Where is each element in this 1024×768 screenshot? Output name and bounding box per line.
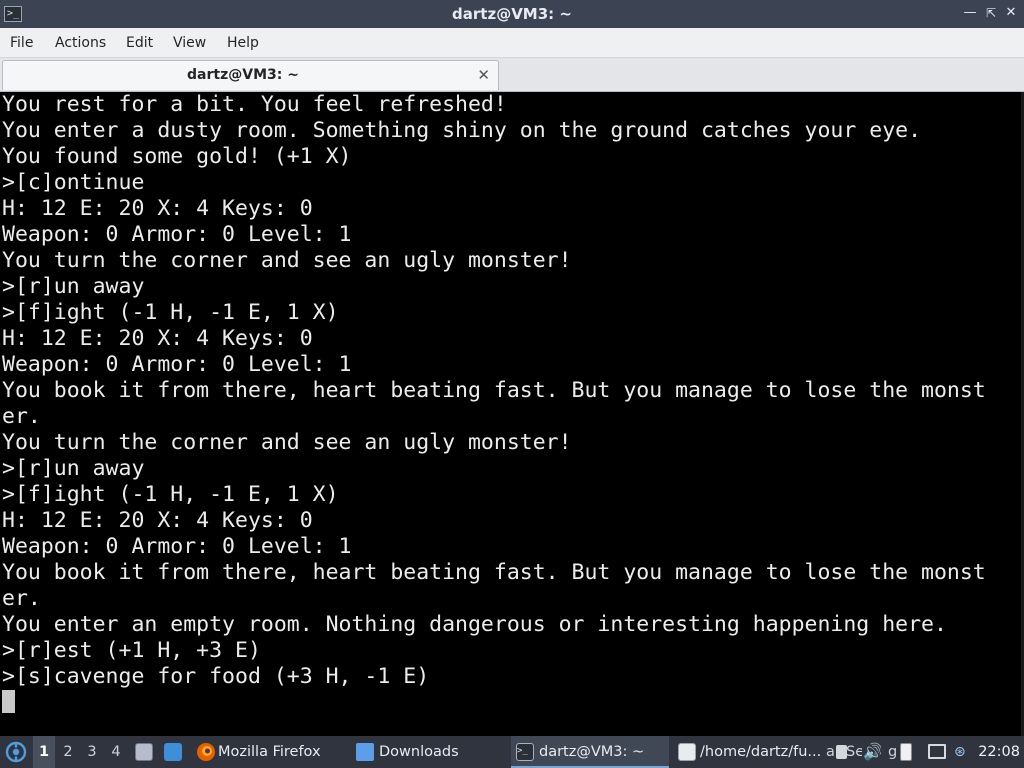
terminal-line: H: 12 E: 20 X: 4 Keys: 0: [2, 326, 313, 351]
taskbar-app-editor[interactable]: /home/dartz/fu...: [675, 736, 825, 768]
terminal-line: H: 12 E: 20 X: 4 Keys: 0: [2, 508, 313, 533]
terminal-line: >[r]un away: [2, 456, 145, 481]
workspace-2[interactable]: 2: [57, 736, 79, 768]
terminal-line: er.: [2, 404, 41, 429]
taskbar-clock[interactable]: 22:08: [978, 736, 1020, 768]
text-editor-icon: [678, 743, 696, 761]
terminal-line: >[r]est (+1 H, +3 E): [2, 638, 261, 663]
taskbar-app-firefox[interactable]: Mozilla Firefox: [192, 736, 342, 768]
taskbar-app-label: dartz@VM3: ~: [539, 744, 645, 760]
terminal-line: You found some gold! (+1 X): [2, 144, 352, 169]
terminal-lines: You rest for a bit. You feel refreshed! …: [2, 92, 986, 690]
menu-actions[interactable]: Actions: [55, 28, 106, 58]
terminal-line: >[f]ight (-1 H, -1 E, 1 X): [2, 482, 339, 507]
close-icon[interactable]: ✕: [1003, 5, 1019, 21]
taskbar: 1 2 3 4 Mozilla Firefox Downloads >_ dar…: [0, 736, 1024, 768]
taskbar-app-label: /home/dartz/fu...: [700, 744, 822, 760]
file-manager-icon[interactable]: [135, 743, 153, 761]
start-menu-icon[interactable]: [4, 736, 28, 768]
show-desktop-icon[interactable]: [164, 743, 182, 761]
terminal-line: >[s]cavenge for food (+3 H, -1 E): [2, 664, 430, 689]
restore-icon[interactable]: ⇱: [983, 5, 999, 21]
volume-icon[interactable]: 🔊: [863, 736, 881, 768]
tray-label-g: g: [888, 744, 898, 760]
terminal-line: You rest for a bit. You feel refreshed!: [2, 92, 507, 117]
battery-icon[interactable]: [900, 743, 912, 761]
workspace-3[interactable]: 3: [81, 736, 103, 768]
terminal-line: You turn the corner and see an ugly mons…: [2, 430, 572, 455]
terminal-line: H: 12 E: 20 X: 4 Keys: 0: [2, 196, 313, 221]
taskbar-app-label: Downloads: [379, 744, 459, 760]
menu-help[interactable]: Help: [227, 28, 259, 58]
close-icon[interactable]: ✕: [477, 67, 490, 83]
tray-app-se[interactable]: Se: [836, 736, 862, 768]
terminal-line: >[c]ontinue: [2, 170, 145, 195]
terminal-line: You book it from there, heart beating fa…: [2, 378, 986, 403]
minimize-icon[interactable]: —: [962, 5, 978, 21]
window-titlebar[interactable]: >_ dartz@VM3: ~ — ⇱ ✕: [0, 0, 1024, 28]
tray-label-se: Se: [846, 744, 862, 760]
folder-icon: [356, 743, 374, 761]
taskbar-app-terminal[interactable]: >_ dartz@VM3: ~: [511, 736, 669, 768]
tab-bar: dartz@VM3: ~ ✕: [0, 58, 1024, 92]
menu-bar: File Actions Edit View Help: [0, 28, 1024, 58]
terminal-line: >[f]ight (-1 H, -1 E, 1 X): [2, 300, 339, 325]
window-title: dartz@VM3: ~: [452, 5, 572, 23]
terminal-line: >[r]un away: [2, 274, 145, 299]
terminal-line: You enter a dusty room. Something shiny …: [2, 118, 922, 143]
menu-file[interactable]: File: [10, 28, 33, 58]
menu-edit[interactable]: Edit: [126, 28, 153, 58]
taskbar-app-label: Mozilla Firefox: [218, 744, 321, 760]
terminal-line: You enter an empty room. Nothing dangero…: [2, 612, 947, 637]
network-icon[interactable]: [928, 744, 946, 759]
terminal-line: er.: [2, 586, 41, 611]
tab-terminal[interactable]: dartz@VM3: ~ ✕: [2, 60, 499, 90]
taskbar-app-downloads[interactable]: Downloads: [352, 736, 502, 768]
bluetooth-icon[interactable]: ⊛: [954, 736, 970, 768]
workspace-4[interactable]: 4: [105, 736, 127, 768]
terminal-output[interactable]: You rest for a bit. You feel refreshed! …: [0, 92, 1024, 736]
terminal-line: Weapon: 0 Armor: 0 Level: 1: [2, 222, 352, 247]
terminal-line: Weapon: 0 Armor: 0 Level: 1: [2, 352, 352, 377]
terminal-line: You book it from there, heart beating fa…: [2, 560, 986, 585]
terminal-icon: >_: [516, 743, 534, 761]
firefox-icon: [197, 743, 215, 761]
workspace-1[interactable]: 1: [33, 736, 55, 768]
terminal-line: Weapon: 0 Armor: 0 Level: 1: [2, 534, 352, 559]
tab-label: dartz@VM3: ~: [187, 67, 299, 83]
terminal-cursor: [2, 690, 15, 713]
tray-label-a: a: [826, 744, 834, 760]
terminal-line: You turn the corner and see an ugly mons…: [2, 248, 572, 273]
menu-view[interactable]: View: [173, 28, 206, 58]
